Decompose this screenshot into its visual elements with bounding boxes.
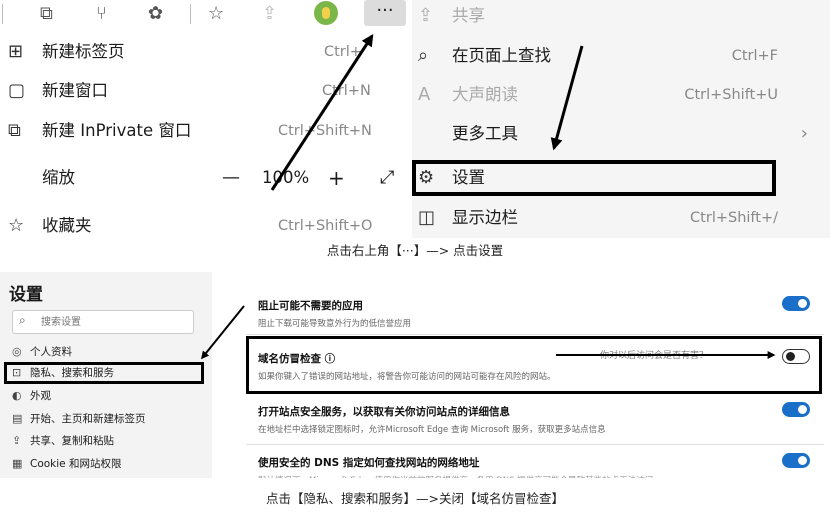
collections-icon[interactable]: ⧉ — [40, 3, 53, 24]
toggle-site-safety[interactable] — [782, 402, 810, 417]
toggle-pua[interactable] — [782, 296, 810, 311]
menu-item-label: 新建标签页 — [42, 42, 125, 61]
new-window-icon: ▢ — [8, 80, 26, 101]
appearance-icon: ◐ — [12, 389, 22, 402]
menu-item-shortcut: Ctrl+Shift+N — [278, 123, 372, 139]
menu-item-find-on-page[interactable]: ⌕ 在页面上查找 Ctrl+F — [412, 38, 830, 74]
find-icon: ⌕ — [418, 45, 429, 66]
sidebar-item-label: 开始、主页和新建标签页 — [30, 413, 146, 425]
sidebar-item-label: Cookie 和网站权限 — [30, 458, 122, 470]
zoom-level: 100% — [262, 168, 310, 187]
zoom-in-button[interactable]: + — [328, 160, 345, 196]
sidebar-icon: ◫ — [418, 207, 436, 228]
share-icon: ⇪ — [418, 5, 434, 26]
menu-item-shortcut: Ctrl+F — [731, 48, 778, 64]
share-icon[interactable]: ⇪ — [262, 3, 277, 24]
menu-item-shortcut: Ctrl+ — [324, 44, 362, 60]
settings-highlight-box — [412, 160, 776, 196]
sidebar-item-appearance[interactable]: ◐ 外观 — [12, 387, 51, 405]
menu-item-zoom: 缩放 — 100% + ⤢ — [0, 160, 412, 196]
setting-title: 阻止可能不需要的应用 — [258, 300, 363, 312]
menu-item-label: 新建窗口 — [42, 81, 108, 100]
chevron-right-icon: › — [800, 123, 808, 144]
toggle-secure-dns[interactable] — [782, 453, 810, 468]
divider — [246, 444, 824, 445]
menu-item-shortcut: Ctrl+Shift+/ — [690, 210, 778, 226]
setting-description: 在地址栏中选择锁定图标时，允许Microsoft Edge 查询 Microso… — [258, 425, 606, 435]
cookie-icon: ▦ — [12, 457, 23, 470]
caption-step-1: 点击右上角【···】—> 点击设置 — [326, 243, 504, 258]
sidebar-item-profile[interactable]: ◎ 个人资料 — [12, 343, 72, 361]
menu-item-label: 共享 — [452, 6, 485, 25]
favorites-icon: ☆ — [8, 215, 25, 236]
setting-row-pua: 阻止可能不需要的应用 阻止下载可能导致意外行为的低信誉应用 — [258, 298, 818, 329]
menu-item-label: 新建 InPrivate 窗口 — [42, 121, 192, 140]
start-page-icon: ▤ — [12, 412, 23, 425]
menu-item-label: 显示边栏 — [452, 208, 518, 227]
menu-item-shortcut: Ctrl+Shift+O — [278, 218, 373, 234]
share-copy-icon: ⇪ — [12, 434, 22, 447]
menu-item-label: 缩放 — [42, 168, 75, 187]
menu-item-shortcut: Ctrl+Shift+U — [684, 87, 778, 103]
sidebar-item-label: 共享、复制和粘贴 — [30, 435, 114, 447]
divider — [246, 334, 824, 335]
menu-item-new-tab[interactable]: ⊞ 新建标签页 Ctrl+ — [0, 34, 412, 70]
browser-toolbar: ⧉ ⑂ ✿ ☆ ⇪ ··· — [0, 0, 412, 28]
privacy-highlight-box — [4, 362, 204, 384]
caption-step-2: 点击【隐私、搜索和服务】—>关闭【域名仿冒检查】 — [266, 491, 564, 506]
menu-item-new-inprivate[interactable]: ⧉ 新建 InPrivate 窗口 Ctrl+Shift+N — [0, 113, 412, 149]
sidebar-item-start-page[interactable]: ▤ 开始、主页和新建标签页 — [12, 410, 146, 428]
menu-item-more-tools[interactable]: 更多工具 › — [412, 116, 830, 152]
menu-item-label: 大声朗读 — [452, 85, 518, 104]
menu-item-shortcut: Ctrl+N — [322, 83, 371, 99]
read-aloud-icon: A — [418, 84, 431, 105]
settings-search-box[interactable]: ⌕ — [12, 310, 194, 334]
setting-row-site-safety: 打开站点安全服务，以获取有关你访问站点的详细信息 在地址栏中选择锁定图标时，允许… — [258, 404, 818, 435]
toolbar-divider — [2, 4, 3, 24]
menu-item-favorites[interactable]: ☆ 收藏夹 Ctrl+Shift+O — [0, 208, 412, 244]
extensions-pin-icon[interactable]: ⑂ — [96, 3, 107, 24]
sidebar-item-label: 外观 — [30, 390, 51, 402]
menu-item-label: 在页面上查找 — [452, 46, 551, 65]
sidebar-item-share-copy[interactable]: ⇪ 共享、复制和粘贴 — [12, 432, 114, 450]
sidebar-item-cookies[interactable]: ▦ Cookie 和网站权限 — [12, 455, 121, 473]
menu-item-label: 更多工具 — [452, 124, 518, 143]
typo-checker-highlight-box — [246, 336, 822, 394]
menu-item-sidebar[interactable]: ◫ 显示边栏 Ctrl+Shift+/ — [412, 200, 830, 236]
more-settings-button[interactable]: ··· — [364, 0, 406, 26]
settings-title: 设置 — [9, 285, 43, 305]
setting-title: 打开站点安全服务，以获取有关你访问站点的详细信息 — [258, 406, 510, 418]
extensions-puzzle-icon[interactable]: ✿ — [148, 3, 163, 24]
setting-description: 阻止下载可能导致意外行为的低信誉应用 — [258, 319, 412, 329]
menu-item-label: 收藏夹 — [42, 216, 92, 235]
menu-item-new-window[interactable]: ▢ 新建窗口 Ctrl+N — [0, 73, 412, 109]
profile-icon: ◎ — [12, 345, 22, 358]
menu-item-read-aloud[interactable]: A 大声朗读 Ctrl+Shift+U — [412, 77, 830, 113]
profile-avatar[interactable] — [314, 1, 338, 25]
zoom-out-button[interactable]: — — [222, 160, 240, 196]
favorites-star-icon[interactable]: ☆ — [208, 3, 224, 24]
toolbar-divider — [190, 4, 191, 24]
search-icon: ⌕ — [19, 313, 26, 327]
menu-item-share[interactable]: ⇪ 共享 — [412, 0, 830, 34]
inprivate-icon: ⧉ — [8, 120, 21, 141]
bottom-mask — [0, 478, 830, 488]
fullscreen-icon[interactable]: ⤢ — [380, 160, 394, 196]
new-tab-icon: ⊞ — [8, 41, 24, 62]
sidebar-item-label: 个人资料 — [30, 346, 72, 358]
settings-search-input[interactable] — [39, 313, 193, 331]
setting-title: 使用安全的 DNS 指定如何查找网站的网络地址 — [258, 457, 480, 469]
